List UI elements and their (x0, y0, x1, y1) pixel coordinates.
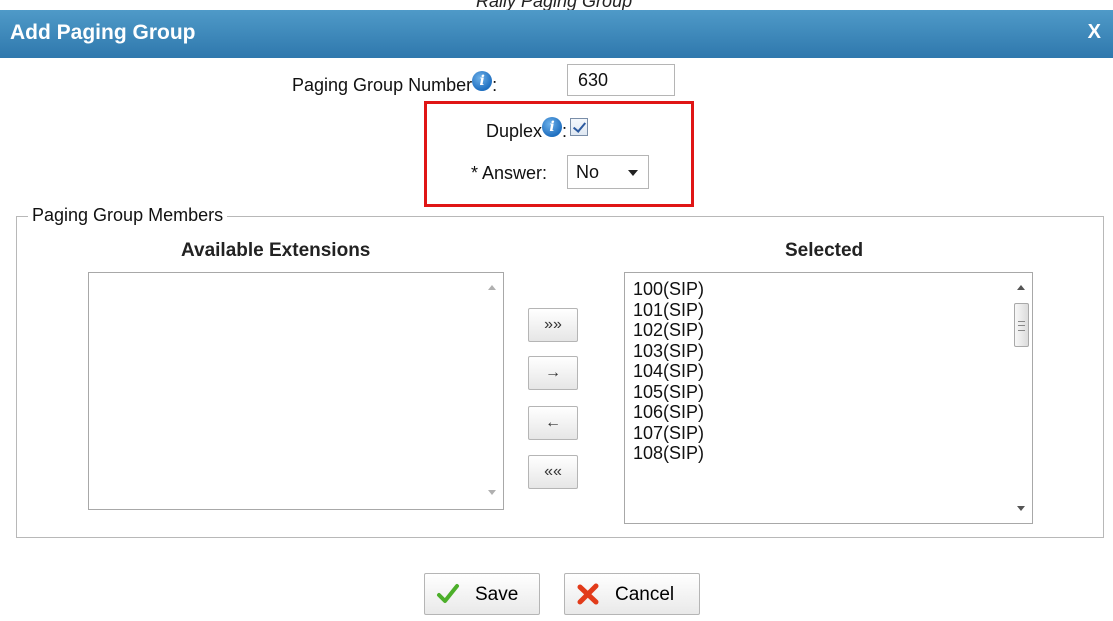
selected-extension-item[interactable]: 107(SIP) (633, 423, 704, 444)
cropped-caption: Rally Paging Group (0, 0, 1113, 10)
cancel-button[interactable]: Cancel (564, 573, 700, 615)
selected-extension-item[interactable]: 101(SIP) (633, 300, 704, 321)
colon: : (492, 75, 498, 95)
selected-header: Selected (785, 240, 864, 261)
scroll-up-icon[interactable] (1017, 285, 1025, 290)
x-cross-icon (577, 583, 599, 605)
selected-extension-item[interactable]: 104(SIP) (633, 361, 704, 382)
scroll-thumb[interactable] (1014, 303, 1029, 347)
selected-extension-item[interactable]: 105(SIP) (633, 382, 704, 403)
number-label-row: Paging Group Number i: (292, 71, 497, 96)
selected-extension-item[interactable]: 108(SIP) (633, 443, 704, 464)
remove-all-button[interactable]: «« (528, 455, 578, 489)
close-button[interactable]: X (1088, 21, 1101, 44)
add-all-button[interactable]: »» (528, 308, 578, 342)
highlight-box (424, 101, 694, 207)
dialog-titlebar: Add Paging Group X (0, 10, 1113, 58)
paging-group-number-input[interactable]: 630 (567, 64, 675, 96)
fieldset-legend: Paging Group Members (28, 205, 228, 226)
selected-scrollbar[interactable] (1012, 273, 1032, 523)
paging-group-number-label: Paging Group Number (292, 75, 473, 95)
save-button[interactable]: Save (424, 573, 540, 615)
save-button-label: Save (475, 584, 519, 605)
remove-one-button[interactable]: ← (528, 406, 578, 440)
available-scrollbar[interactable] (483, 273, 503, 509)
selected-extension-item[interactable]: 103(SIP) (633, 341, 704, 362)
caption-text: Rally Paging Group (476, 0, 633, 10)
selected-extensions-list[interactable]: 100(SIP) 101(SIP) 102(SIP) 103(SIP) 104(SIP)… (624, 272, 1033, 524)
scroll-down-icon[interactable] (1017, 506, 1025, 511)
selected-options: 100(SIP) 101(SIP) 102(SIP) 103(SIP) 104(SIP)… (633, 279, 704, 464)
selected-extension-item[interactable]: 100(SIP) (633, 279, 704, 300)
dialog-title: Add Paging Group (10, 21, 196, 44)
selected-extension-item[interactable]: 102(SIP) (633, 320, 704, 341)
available-extensions-list[interactable] (88, 272, 504, 510)
add-one-button[interactable]: → (528, 356, 578, 390)
info-icon[interactable]: i (472, 71, 493, 91)
available-extensions-header: Available Extensions (181, 240, 371, 261)
scroll-down-icon[interactable] (488, 490, 496, 495)
scroll-up-icon[interactable] (488, 285, 496, 290)
checkmark-icon (437, 584, 459, 603)
selected-extension-item[interactable]: 106(SIP) (633, 402, 704, 423)
cancel-button-label: Cancel (615, 584, 675, 605)
